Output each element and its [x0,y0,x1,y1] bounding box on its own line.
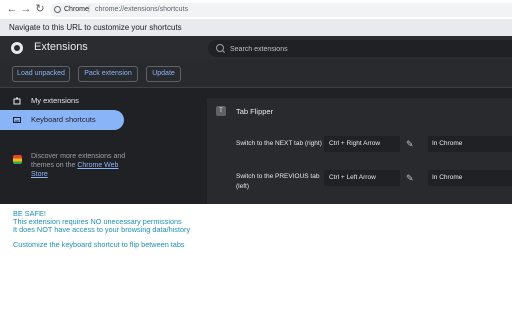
tip-text: Navigate to this URL to customize your s… [9,23,182,32]
site-info-icon[interactable] [54,6,61,13]
shortcut-input-previous[interactable]: Ctrl + Left Arrow [324,170,400,186]
shortcut-value: Ctrl + Right Arrow [329,140,381,147]
edit-pencil-icon[interactable]: ✎ [406,139,416,149]
tip-banner: Navigate to this URL to customize your s… [0,19,512,36]
sidebar-item-keyboard-shortcuts[interactable]: Keyboard shortcuts [0,110,124,130]
shortcut-input-next[interactable]: Ctrl + Right Arrow [324,136,400,152]
forward-icon[interactable]: → [20,3,32,15]
search-icon [216,44,224,52]
sidebar-item-my-extensions[interactable]: My extensions [0,91,124,111]
shortcut-label-previous: Switch to the PREVIOUS tab (left) [236,173,320,190]
extension-icon: T [216,106,226,116]
edit-pencil-icon[interactable]: ✎ [406,173,416,183]
search-input[interactable] [228,41,502,57]
note-line: Customize the keyboard shortcut to flip … [13,239,185,249]
sidebar: My extensions Keyboard shortcuts Discove… [0,88,205,204]
extensions-icon [13,97,21,105]
site-label: Chrome [64,6,89,13]
scope-select-next[interactable]: In Chrome [428,136,512,152]
scope-select-previous[interactable]: In Chrome [428,170,512,186]
developer-toolbar: Load unpacked Pack extension Update [0,60,512,88]
sidebar-item-label: My extensions [31,96,79,105]
main-content: T Tab Flipper Switch to the NEXT tab (ri… [205,88,512,204]
url-separator: | [88,6,90,13]
address-bar: ← → ↻ Chrome | chrome://extensions/short… [0,0,512,20]
shortcut-value: Ctrl + Left Arrow [329,174,376,181]
load-unpacked-button[interactable]: Load unpacked [12,66,70,82]
search-box[interactable] [208,40,512,57]
url-text[interactable]: chrome://extensions/shortcuts [95,3,188,17]
update-button[interactable]: Update [146,66,181,82]
keyboard-icon [13,117,21,123]
extension-card: T Tab Flipper Switch to the NEXT tab (ri… [207,98,512,204]
scope-value: In Chrome [432,140,463,147]
sidebar-item-label: Keyboard shortcuts [31,115,96,124]
note-line: It does NOT have access to your browsing… [13,225,191,235]
scope-value: In Chrome [432,174,463,181]
web-store-icon [13,155,22,164]
promo-notes: BE SAFE! This extension requires NO unec… [13,209,191,249]
url-field[interactable]: Chrome | chrome://extensions/shortcuts [50,3,512,17]
chrome-logo-icon [11,42,23,54]
reload-icon[interactable]: ↻ [34,3,46,15]
extension-name: Tab Flipper [236,107,274,116]
page-title: Extensions [34,41,88,53]
shortcut-label-next: Switch to the NEXT tab (right) [236,140,322,147]
pack-extension-button[interactable]: Pack extension [78,66,138,82]
back-icon[interactable]: ← [6,3,18,15]
extensions-header: Extensions [0,36,512,60]
